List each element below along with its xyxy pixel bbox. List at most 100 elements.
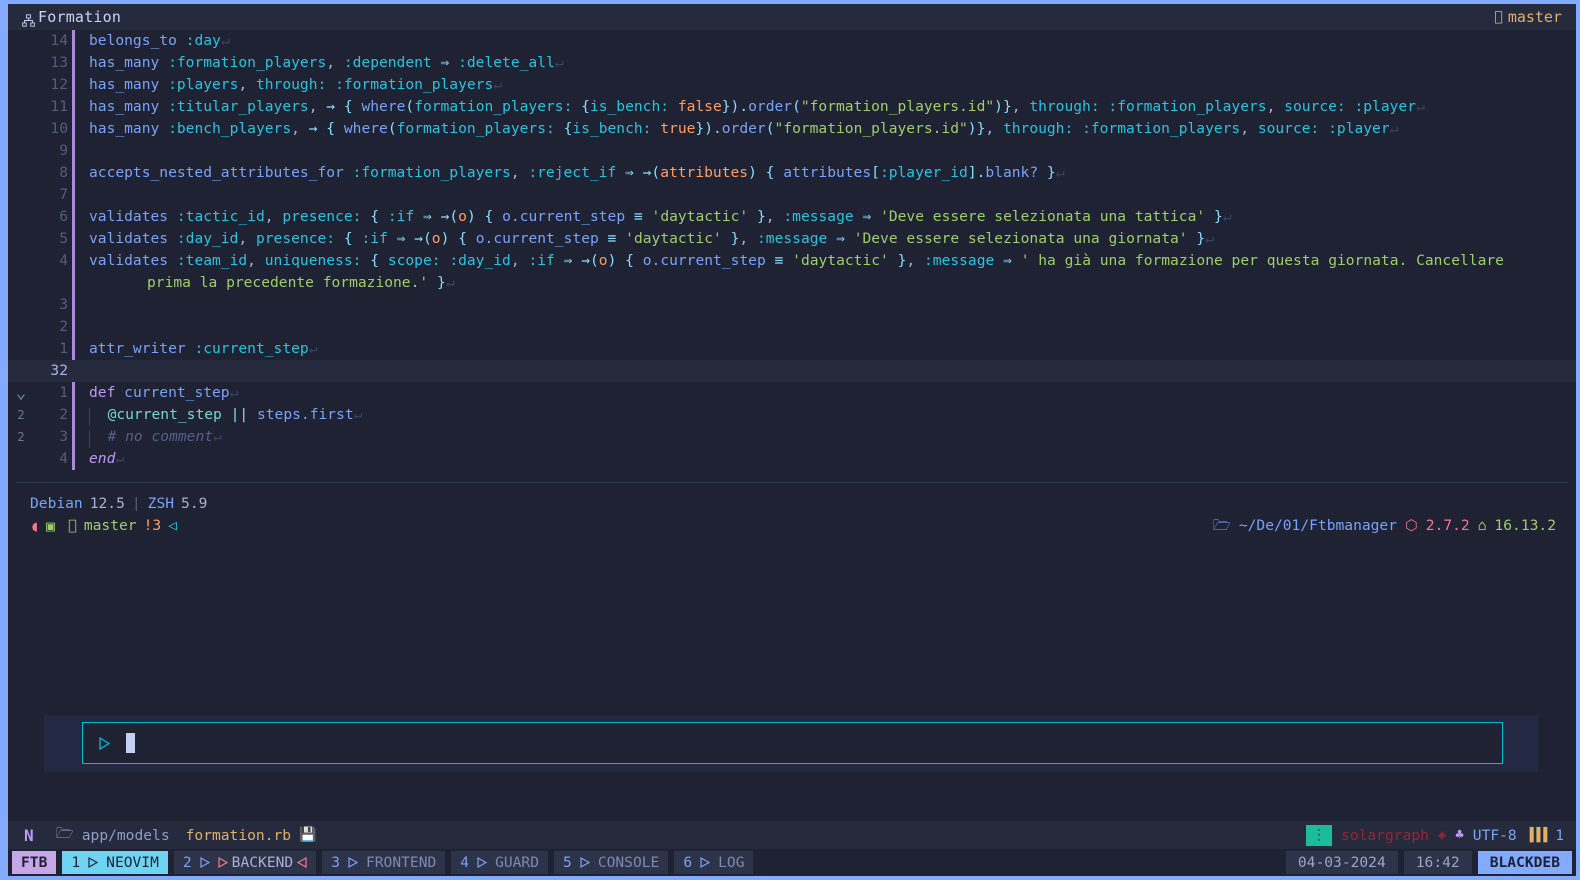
code-line[interactable]: 32 (8, 360, 1576, 382)
code-token: o.current_step (502, 208, 626, 225)
buffers-icon: ▐▐▐ (1525, 827, 1548, 843)
code-token: :day_id (176, 230, 239, 247)
code-token: } (1196, 230, 1206, 247)
code-token: ) (466, 208, 476, 225)
code-token: ( (387, 120, 397, 137)
statusline-right: ⋮ solargraph ◈ ♣ UTF-8 ▐▐▐ 1 (1306, 824, 1564, 846)
tmux-window-frontend[interactable]: 3 FRONTEND (322, 851, 446, 874)
code-token: through: (255, 76, 327, 93)
code-token: ↵ (115, 450, 125, 467)
code-token: →( (414, 230, 432, 247)
code-token: # no comment (107, 428, 214, 445)
code-token: formation_players: (414, 98, 573, 115)
code-token: ≡ (633, 208, 643, 225)
code-token: 'Deve essere selezionata una giornata' (853, 230, 1188, 247)
code-token: , (326, 54, 336, 71)
code-token: || (230, 406, 249, 423)
tmux-window-console[interactable]: 5 CONSOLE (554, 851, 669, 874)
tmux-window-index: 6 (683, 854, 693, 871)
code-token: } (1213, 208, 1223, 225)
clock-time: 16:42 (1403, 851, 1472, 874)
shell-version: 5.9 (181, 495, 208, 512)
code-line[interactable]: 4 end↵ (8, 448, 1576, 470)
tmux-session-name[interactable]: FTB (12, 851, 57, 874)
code-token: :formation_players (352, 164, 511, 181)
code-token: :formation_players (1108, 98, 1267, 115)
git-branch-name: master (75, 517, 137, 534)
code-line[interactable]: 12 has_many :players, through: :formation… (8, 74, 1576, 96)
code-token: current_step (124, 384, 230, 401)
code-token: 'Deve essere selezionata una tattica' (880, 208, 1206, 225)
git-changes-count: !3 (134, 517, 162, 534)
hostname-badge: BLACKDEB (1477, 851, 1572, 874)
tmux-window-backend[interactable]: 2 BACKEND (173, 851, 317, 874)
code-line[interactable]: 10 has_many :bench_players, → { where(for… (8, 118, 1576, 140)
breadcrumb: Formation (8, 8, 121, 27)
fold-indicator: 2 (17, 408, 25, 422)
code-token: o (431, 230, 441, 247)
line-number: 8 (59, 164, 68, 181)
code-line[interactable]: 3 (8, 294, 1576, 316)
code-line[interactable]: 2 (8, 316, 1576, 338)
tmux-window-label: BACKEND (231, 854, 294, 871)
code-line[interactable]: 11 has_many :titular_players, → { where(f… (8, 96, 1576, 118)
code-line[interactable]: prima la precedente formazione.' }↵ (8, 272, 1576, 294)
code-token: { (370, 208, 380, 225)
terminal-input-box[interactable] (82, 722, 1503, 764)
code-line[interactable]: 6 validates :tactic_id, presence: { :if ⇒… (8, 206, 1576, 228)
code-line[interactable]: 14 belongs_to :day↵ (8, 30, 1576, 52)
code-token: { (581, 98, 590, 115)
tmux-window-guard[interactable]: 4 GUARD (451, 851, 549, 874)
tmux-window-neovim[interactable]: 1 NEOVIM (62, 851, 168, 874)
code-token: o.current_step (475, 230, 599, 247)
tmux-window-log[interactable]: 6 LOG (674, 851, 754, 874)
code-line[interactable]: 13 has_many :formation_players, :dependen… (8, 52, 1576, 74)
code-editor[interactable]: 14 belongs_to :day↵ 13 has_many :formation_… (8, 30, 1576, 482)
code-token: ]. (967, 164, 986, 181)
tmux-window-label: FRONTEND (365, 854, 437, 871)
code-line[interactable]: 8 accepts_nested_attributes_for :formatio… (8, 162, 1576, 184)
line-number: 11 (50, 98, 68, 115)
code-token: , (1240, 120, 1250, 137)
folder-icon: 🗁 (1212, 517, 1231, 534)
code-line[interactable]: 1 attr_writer :current_step↵ (8, 338, 1576, 360)
code-token: where (343, 120, 388, 137)
fold-indicator: 2 (17, 430, 25, 444)
code-token: }). (721, 98, 749, 115)
code-token: }). (695, 120, 722, 137)
code-line[interactable]: 9 (8, 140, 1576, 162)
git-branch-icon:  (1494, 9, 1502, 25)
line-number: 13 (50, 54, 68, 71)
sysinfo-separator: | (131, 495, 141, 512)
debian-logo-icon: ◖ (30, 517, 40, 535)
code-token: "formation_players.id" (800, 98, 995, 115)
code-token: attributes (783, 164, 872, 181)
code-line[interactable]: 2 3 # no comment↵ (8, 426, 1576, 448)
code-line-text: attr_writer :current_step↵ (75, 338, 1576, 360)
code-token: has_many (89, 76, 160, 93)
code-line[interactable]: 5 validates :day_id, presence: { :if ⇒ →(… (8, 228, 1576, 250)
code-token: →( (440, 208, 459, 225)
line-number: 2 (59, 406, 68, 423)
tmux-window-label: CONSOLE (597, 854, 660, 871)
code-line[interactable]: 7 (8, 184, 1576, 206)
prompt-arrow-icon: ◁ (159, 517, 177, 534)
tmux-window-index: 4 (460, 854, 470, 871)
code-token: :message (757, 230, 828, 247)
play-triangle-icon (200, 857, 210, 868)
code-line[interactable]: 4 validates :team_id, uniqueness: { scope… (8, 250, 1576, 272)
code-line[interactable]: 2 2 @current_step || steps.first↵ (8, 404, 1576, 426)
code-line[interactable]: ⌄ 1 def current_step↵ (8, 382, 1576, 404)
